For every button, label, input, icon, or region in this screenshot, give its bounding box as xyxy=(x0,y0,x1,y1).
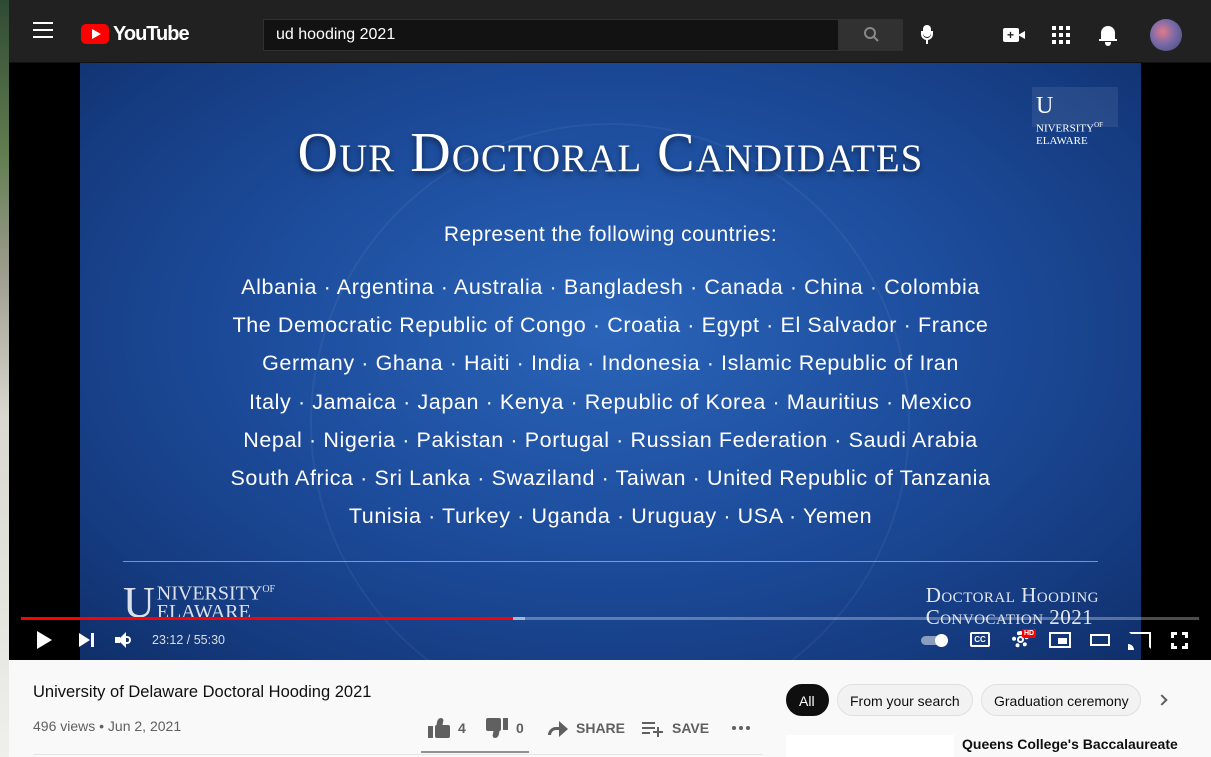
time-display: 23:12 / 55:30 xyxy=(152,633,225,647)
volume-icon[interactable] xyxy=(115,632,133,648)
theater-mode-icon[interactable] xyxy=(1090,634,1110,646)
country-list: Albania · Argentina · Australia · Bangla… xyxy=(100,268,1121,535)
miniplayer-icon[interactable] xyxy=(1049,632,1071,648)
like-ratio-bar xyxy=(421,751,529,753)
video-title: University of Delaware Doctoral Hooding … xyxy=(33,683,372,701)
notifications-bell-icon[interactable] xyxy=(1099,24,1117,46)
youtube-logo[interactable]: YouTube xyxy=(81,22,190,45)
slide-divider xyxy=(123,561,1098,562)
recommendation-thumbnail[interactable] xyxy=(786,735,954,757)
country-line: Nepal · Nigeria · Pakistan · Portugal · … xyxy=(243,427,978,452)
more-horizontal-icon xyxy=(732,726,750,730)
chevron-right-icon[interactable] xyxy=(1155,692,1171,708)
apps-grid-icon[interactable] xyxy=(1052,26,1070,44)
play-icon[interactable] xyxy=(37,631,52,649)
thumbs-down-icon xyxy=(486,718,508,738)
youtube-play-icon xyxy=(81,24,109,44)
slide-title: Our Doctoral Candidates xyxy=(297,122,924,184)
thumbs-up-icon xyxy=(428,718,450,738)
search-input[interactable]: ud hooding 2021 xyxy=(263,19,839,51)
search-icon xyxy=(864,27,879,42)
more-actions-button[interactable] xyxy=(732,710,750,746)
dislike-count: 0 xyxy=(516,720,524,736)
save-label: SAVE xyxy=(672,720,710,736)
share-button[interactable]: SHARE xyxy=(546,710,625,746)
chip-graduation-ceremony[interactable]: Graduation ceremony xyxy=(981,684,1141,716)
like-count: 4 xyxy=(458,720,466,736)
country-line: Italy · Jamaica · Japan · Kenya · Republ… xyxy=(248,389,973,414)
mic-icon[interactable] xyxy=(921,25,933,45)
video-frame: U NIVERSITYOF ELAWARE Our Doctoral Candid… xyxy=(80,63,1141,660)
recommendation-title[interactable]: Queens College's Baccalaureate Convocati… xyxy=(962,735,1192,757)
masthead: YouTube ud hooding 2021 + xyxy=(9,0,1211,63)
share-label: SHARE xyxy=(576,720,626,736)
ud-logo-bottom-of: OF xyxy=(262,584,276,595)
hooding-line1: Doctoral Hooding xyxy=(925,583,1099,607)
share-arrow-icon xyxy=(546,719,568,737)
menu-icon[interactable] xyxy=(33,22,53,38)
dislike-button[interactable]: 0 xyxy=(486,710,524,746)
search-button[interactable] xyxy=(839,19,903,51)
country-line: South Africa · Sri Lanka · Swaziland · T… xyxy=(230,465,991,490)
save-button[interactable]: SAVE xyxy=(642,710,709,746)
captions-icon[interactable] xyxy=(970,632,990,647)
country-line: Tunisia · Turkey · Uganda · Uruguay · US… xyxy=(348,504,873,529)
hd-badge: HD xyxy=(1022,629,1037,638)
video-player[interactable]: U NIVERSITYOF ELAWARE Our Doctoral Candid… xyxy=(9,63,1211,660)
next-video-icon[interactable] xyxy=(79,632,95,648)
create-video-icon[interactable]: + xyxy=(1003,28,1027,42)
cast-icon[interactable] xyxy=(1128,632,1151,650)
progress-bar[interactable] xyxy=(21,617,1199,620)
chip-from-your-search[interactable]: From your search xyxy=(837,684,973,716)
country-line: Albania · Argentina · Australia · Bangla… xyxy=(241,275,980,299)
slide-subtitle: Represent the following countries: xyxy=(443,223,778,246)
desktop-background xyxy=(0,0,9,757)
country-line: The Democratic Republic of Congo · Croat… xyxy=(232,313,989,338)
progress-played xyxy=(21,617,514,620)
chip-all[interactable]: All xyxy=(786,684,829,716)
divider xyxy=(33,754,763,755)
avatar[interactable] xyxy=(1150,19,1182,51)
logo-text: YouTube xyxy=(113,22,190,45)
playlist-add-icon xyxy=(642,720,664,737)
country-line: Germany · Ghana · Haiti · India · Indone… xyxy=(262,351,959,376)
hooding-caption: Doctoral Hooding Convocation 2021 xyxy=(926,584,1099,628)
like-button[interactable]: 4 xyxy=(428,710,466,746)
video-meta: 496 views • Jun 2, 2021 xyxy=(33,718,182,734)
autoplay-toggle-icon[interactable] xyxy=(921,634,951,647)
fullscreen-icon[interactable] xyxy=(1171,632,1188,649)
